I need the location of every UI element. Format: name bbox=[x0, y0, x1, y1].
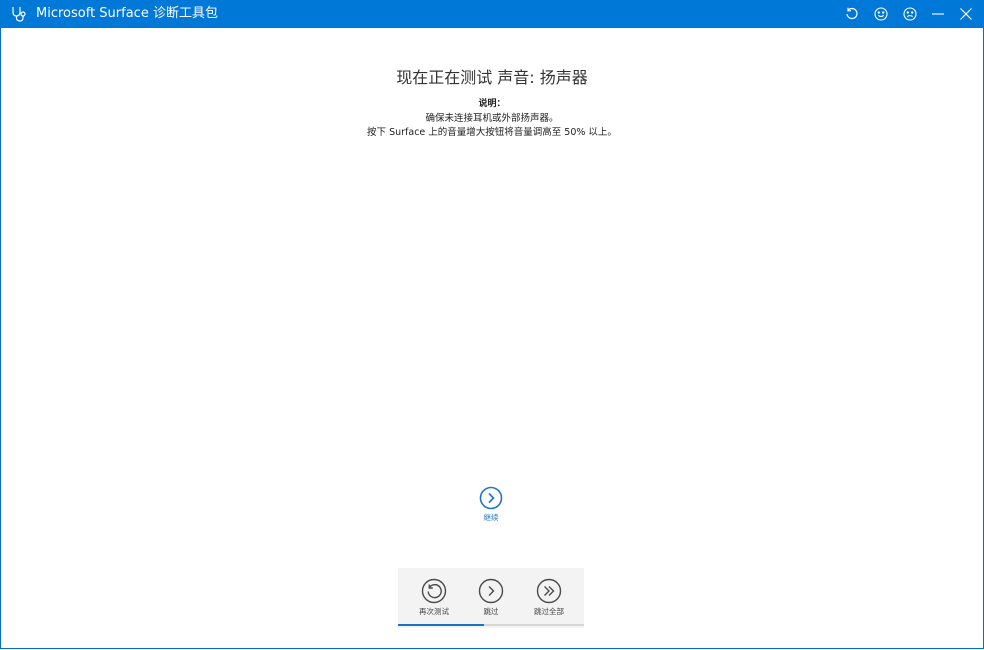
chevron-right-circle-icon bbox=[478, 578, 504, 604]
frown-icon[interactable] bbox=[900, 4, 920, 24]
title-bar: Microsoft Surface 诊断工具包 bbox=[0, 0, 984, 28]
close-icon[interactable] bbox=[956, 4, 976, 24]
double-chevron-right-circle-icon bbox=[536, 578, 562, 604]
skip-button[interactable]: 跳过 bbox=[461, 578, 521, 617]
continue-label: 继续 bbox=[483, 513, 499, 522]
minimize-icon[interactable] bbox=[928, 4, 948, 24]
retry-icon bbox=[421, 578, 447, 604]
continue-button[interactable]: 继续 bbox=[466, 486, 516, 523]
refresh-icon[interactable] bbox=[842, 4, 862, 24]
skip-all-button[interactable]: 跳过全部 bbox=[519, 578, 579, 617]
retest-label: 再次测试 bbox=[419, 607, 449, 616]
progress-bar bbox=[398, 624, 584, 626]
stethoscope-icon bbox=[11, 6, 27, 22]
instructions-label: 说明： bbox=[478, 99, 506, 109]
smile-icon[interactable] bbox=[871, 4, 891, 24]
test-controls-bar: 再次测试 跳过 跳过全部 bbox=[398, 568, 584, 628]
chevron-right-circle-icon bbox=[479, 486, 503, 510]
skip-label: 跳过 bbox=[483, 607, 499, 616]
retest-button[interactable]: 再次测试 bbox=[404, 578, 464, 617]
window-title: Microsoft Surface 诊断工具包 bbox=[36, 6, 218, 21]
instruction-line: 确保未连接耳机或外部扬声器。 bbox=[425, 113, 559, 124]
progress-fill bbox=[398, 624, 484, 626]
skip-all-label: 跳过全部 bbox=[534, 607, 564, 616]
instruction-line: 按下 Surface 上的音量增大按钮将音量调高至 50% 以上。 bbox=[367, 127, 617, 138]
test-heading: 现在正在测试 声音: 扬声器 bbox=[396, 68, 588, 87]
